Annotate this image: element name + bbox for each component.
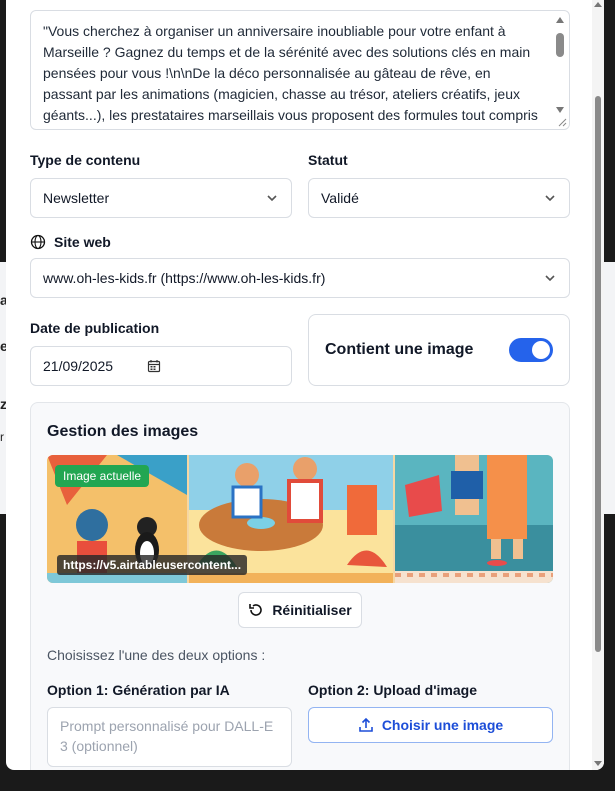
contient-image-label: Contient une image xyxy=(325,341,474,358)
globe-icon xyxy=(30,234,46,250)
gestion-images-panel: Gestion des images Image actuelle https:… xyxy=(30,402,570,770)
scroll-up-icon[interactable] xyxy=(594,2,602,7)
date-publication-label: Date de publication xyxy=(30,320,160,336)
current-image-preview: Image actuelle https://v5.airtableuserco… xyxy=(47,455,553,583)
type-contenu-value: Newsletter xyxy=(43,190,110,206)
calendar-icon[interactable] xyxy=(147,359,161,373)
choose-image-button[interactable]: Choisir une image xyxy=(308,707,553,743)
background-text: r xyxy=(0,430,4,444)
site-web-label-row: Site web xyxy=(30,234,111,250)
contient-image-toggle[interactable] xyxy=(509,338,553,362)
choose-image-label: Choisir une image xyxy=(381,717,504,733)
content-text: "Vous cherchez à organiser un anniversai… xyxy=(43,23,538,129)
contient-image-card: Contient une image xyxy=(308,314,570,386)
prompt-placeholder: Prompt personnalisé pour DALL-E 3 (optio… xyxy=(60,718,274,754)
reset-label: Réinitialiser xyxy=(272,602,352,618)
content-textarea[interactable]: "Vous cherchez à organiser un anniversai… xyxy=(30,10,570,130)
modal-scrollbar[interactable] xyxy=(592,0,604,770)
scroll-down-icon[interactable] xyxy=(594,761,602,766)
chevron-down-icon xyxy=(545,275,555,282)
statut-label: Statut xyxy=(308,152,348,168)
gestion-images-title: Gestion des images xyxy=(47,423,199,440)
current-image-badge: Image actuelle xyxy=(55,465,150,487)
resize-grip-icon[interactable] xyxy=(557,117,567,127)
statut-select[interactable]: Validé xyxy=(308,178,570,218)
choose-options-text: Choisissez l'une des deux options : xyxy=(47,647,266,663)
type-contenu-label: Type de contenu xyxy=(30,152,141,168)
scroll-thumb[interactable] xyxy=(595,96,601,652)
date-publication-input[interactable]: 21/09/2025 xyxy=(30,346,292,386)
dalle-prompt-input[interactable]: Prompt personnalisé pour DALL-E 3 (optio… xyxy=(47,707,292,767)
image-url-chip: https://v5.airtableusercontent... xyxy=(57,555,248,575)
chevron-down-icon xyxy=(267,195,277,202)
site-web-value: www.oh-les-kids.fr (https://www.oh-les-k… xyxy=(43,270,326,286)
date-value: 21/09/2025 xyxy=(43,358,114,374)
edit-content-modal: "Vous cherchez à organiser un anniversai… xyxy=(6,0,604,770)
option2-label: Option 2: Upload d'image xyxy=(308,682,477,698)
site-web-label: Site web xyxy=(54,234,111,250)
reset-icon xyxy=(249,604,263,616)
statut-value: Validé xyxy=(321,190,359,206)
textarea-scrollbar[interactable] xyxy=(555,15,565,115)
option1-label: Option 1: Génération par IA xyxy=(47,682,230,698)
upload-icon xyxy=(359,717,373,732)
reset-button[interactable]: Réinitialiser xyxy=(238,592,362,628)
type-contenu-select[interactable]: Newsletter xyxy=(30,178,292,218)
chevron-down-icon xyxy=(545,195,555,202)
site-web-select[interactable]: www.oh-les-kids.fr (https://www.oh-les-k… xyxy=(30,258,570,298)
